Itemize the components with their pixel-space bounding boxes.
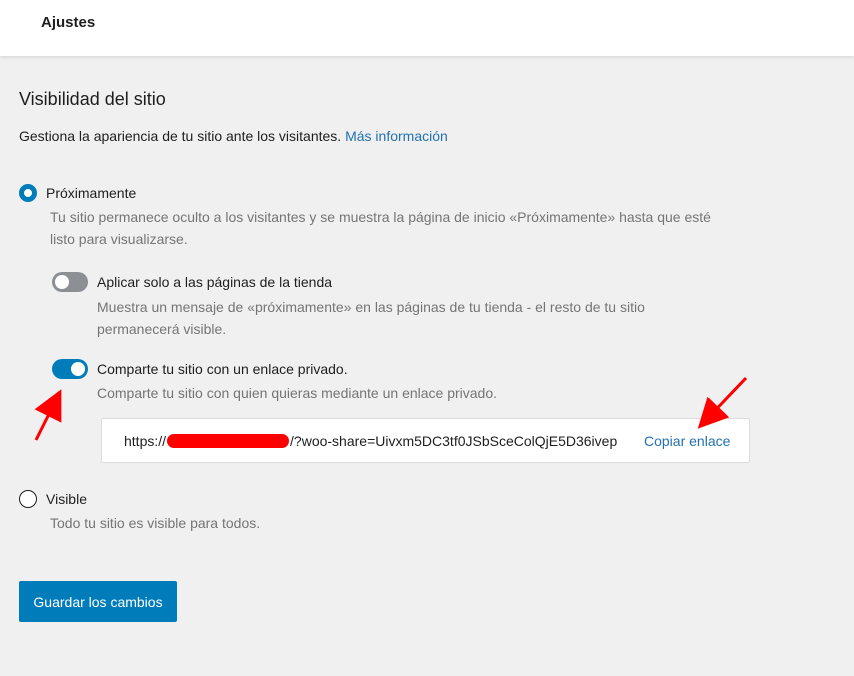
toggle-private-link-row[interactable]: Comparte tu sitio con un enlace privado. (52, 359, 348, 379)
toggle-store-only-row[interactable]: Aplicar solo a las páginas de la tienda (52, 272, 332, 292)
toggle-knob (71, 362, 85, 376)
save-button[interactable]: Guardar los cambios (19, 581, 177, 622)
redaction-mark (167, 434, 290, 448)
coming-soon-help-line2: listo para visualizarse. (50, 231, 188, 247)
toggle-store-only[interactable] (52, 272, 88, 292)
coming-soon-help-line1: Tu sitio permanece oculto a los visitant… (50, 209, 711, 225)
visible-help: Todo tu sitio es visible para todos. (50, 515, 261, 531)
top-bar: Ajustes (0, 0, 854, 56)
more-info-link[interactable]: Más información (345, 128, 448, 144)
share-url-box: https:// /?woo-share=Uivxm5DC3tf0JSbSceC… (101, 418, 750, 463)
store-only-help: Muestra un mensaje de «próximamente» en … (97, 296, 645, 340)
radio-coming-soon-row[interactable]: Próximamente (19, 184, 136, 202)
radio-visible-label: Visible (46, 491, 87, 507)
section-title: Visibilidad del sitio (19, 89, 166, 109)
toggle-private-link-label: Comparte tu sitio con un enlace privado. (97, 361, 348, 377)
toggle-private-link[interactable] (52, 359, 88, 379)
share-url[interactable]: https:// /?woo-share=Uivxm5DC3tf0JSbSceC… (124, 433, 617, 449)
share-url-suffix: /?woo-share=Uivxm5DC3tf0JSbSceColQjE5D36… (290, 433, 618, 449)
radio-visible-row[interactable]: Visible (19, 490, 87, 508)
toggle-store-only-label: Aplicar solo a las páginas de la tienda (97, 274, 333, 290)
arrow-to-toggle (34, 389, 62, 441)
radio-coming-soon[interactable] (19, 184, 37, 202)
radio-coming-soon-label: Próximamente (46, 185, 137, 201)
store-only-help-line1: Muestra un mensaje de «próximamente» en … (97, 299, 645, 315)
arrow-to-copy-link (697, 376, 748, 429)
page-title: Ajustes (41, 14, 96, 31)
copy-link-button[interactable]: Copiar enlace (644, 433, 730, 449)
store-only-help-line2: permanecerá visible. (97, 321, 227, 337)
toggle-knob (55, 275, 69, 289)
section-description: Gestiona la apariencia de tu sitio ante … (19, 128, 448, 144)
description-text: Gestiona la apariencia de tu sitio ante … (19, 128, 342, 144)
coming-soon-help: Tu sitio permanece oculto a los visitant… (50, 206, 711, 250)
private-link-help: Comparte tu sitio con quien quieras medi… (97, 385, 498, 401)
radio-visible[interactable] (19, 490, 37, 508)
share-url-prefix: https:// (124, 433, 167, 449)
